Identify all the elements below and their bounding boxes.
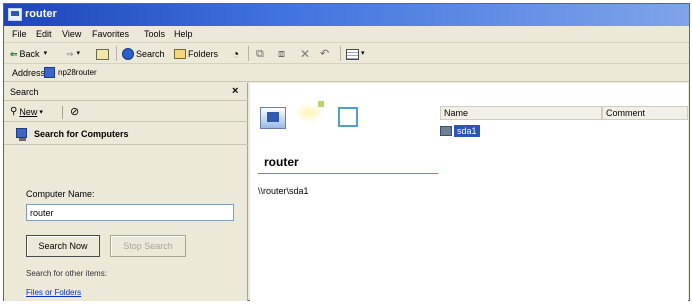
back-button[interactable]: ⇐ Back ▾ — [10, 47, 47, 61]
move-to-button[interactable]: ⧉ — [256, 47, 264, 61]
menu-view[interactable]: View — [62, 29, 81, 39]
folder-path: \\router\sda1 — [258, 186, 309, 196]
chevron-down-icon: ▾ — [43, 50, 48, 57]
delete-button[interactable]: ✕ — [300, 47, 310, 61]
toolbar-separator — [116, 46, 117, 61]
views-icon — [346, 48, 359, 60]
menu-favorites[interactable]: Favorites — [92, 29, 129, 39]
menu-edit[interactable]: Edit — [36, 29, 52, 39]
network-share-icon — [440, 125, 452, 136]
address-bar: Address np28router — [4, 64, 689, 82]
search-icon — [122, 48, 134, 60]
folders-button[interactable]: Folders — [174, 47, 218, 61]
menu-help[interactable]: Help — [174, 29, 193, 39]
search-button[interactable]: Search — [122, 47, 165, 61]
delete-icon: ✕ — [300, 47, 311, 61]
list-item[interactable]: sda1 — [440, 124, 480, 137]
folder-banner-art — [254, 101, 366, 141]
title-divider — [258, 173, 438, 174]
undo-button[interactable]: ↶ — [320, 47, 329, 61]
title-bar[interactable]: router — [4, 4, 689, 26]
other-items-label: Search for other items: — [26, 269, 107, 278]
search-now-label: Search Now — [38, 241, 88, 251]
computer-name-label: Computer Name: — [26, 189, 95, 199]
views-button[interactable]: ▾ — [346, 47, 365, 61]
list-item-label: sda1 — [454, 124, 480, 137]
new-search-button[interactable]: ⚲ New ▾ — [10, 106, 43, 117]
window-title: router — [25, 8, 57, 20]
computer-icon — [16, 128, 27, 141]
menu-file[interactable]: File — [12, 29, 27, 39]
up-folder-button[interactable] — [96, 47, 109, 61]
folders-label: Folders — [188, 49, 219, 59]
column-header-name[interactable]: Name — [440, 106, 602, 120]
copy-to-button[interactable]: ⧈ — [278, 47, 285, 61]
back-arrow-icon: ⇐ — [10, 49, 18, 59]
banner-square — [338, 107, 358, 127]
stop-search-button: Stop Search — [110, 235, 186, 257]
address-label: Address — [12, 68, 46, 78]
new-label: New — [19, 106, 38, 117]
search-pane-header: Search × — [4, 83, 248, 101]
chevron-down-icon: ▾ — [39, 108, 43, 116]
move-to-icon: ⧉ — [256, 48, 264, 60]
history-icon: ◔ — [232, 47, 240, 61]
toolbar-separator — [248, 46, 249, 61]
search-assistant-icon[interactable]: ⊘ — [70, 105, 79, 118]
computer-icon — [44, 67, 55, 78]
folder-title: router — [264, 155, 299, 169]
toolbar-separator — [340, 46, 341, 61]
search-for-computers-title: Search for Computers — [34, 129, 129, 139]
search-label: Search — [136, 49, 165, 59]
content-pane: router \\router\sda1 Name Comment sda1 — [250, 83, 688, 301]
search-pane: Search × ⚲ New ▾ ⊘ Search for Computers … — [4, 83, 248, 301]
close-icon[interactable]: × — [232, 85, 238, 97]
menu-bar: File Edit View Favorites Tools Help — [4, 26, 689, 43]
explorer-window: router File Edit View Favorites Tools He… — [3, 3, 690, 301]
back-label: Back — [19, 49, 40, 59]
chevron-down-icon: ▾ — [76, 50, 81, 57]
search-icon: ⚲ — [10, 106, 18, 117]
stop-search-label: Stop Search — [123, 241, 173, 251]
computer-name-input[interactable] — [26, 204, 234, 221]
toolbar: ⇐ Back ▾ ⇒ ▾ Search Folders ◔ ⧉ ⧈ ✕ ↶ ▾ — [4, 43, 689, 64]
banner-accent — [318, 101, 324, 107]
chevron-down-icon: ▾ — [361, 50, 365, 57]
column-header-comment[interactable]: Comment — [602, 106, 688, 120]
tools-separator — [62, 106, 63, 119]
forward-button[interactable]: ⇒ ▾ — [66, 47, 80, 61]
copy-to-icon: ⧈ — [278, 48, 285, 60]
search-pane-title: Search — [10, 87, 39, 97]
files-or-folders-link[interactable]: Files or Folders — [26, 288, 81, 297]
forward-arrow-icon: ⇒ — [66, 49, 74, 59]
search-for-computers-heading: Search for Computers — [4, 123, 248, 145]
up-folder-icon — [96, 48, 109, 60]
menu-tools[interactable]: Tools — [144, 29, 165, 39]
search-now-button[interactable]: Search Now — [26, 235, 100, 257]
folders-icon — [174, 49, 186, 59]
network-computer-icon — [260, 107, 286, 129]
address-value[interactable]: np28router — [58, 68, 97, 77]
computer-icon — [8, 8, 22, 21]
search-pane-tools: ⚲ New ▾ ⊘ — [4, 102, 248, 122]
history-button[interactable]: ◔ — [232, 47, 239, 61]
undo-icon: ↶ — [320, 48, 330, 60]
